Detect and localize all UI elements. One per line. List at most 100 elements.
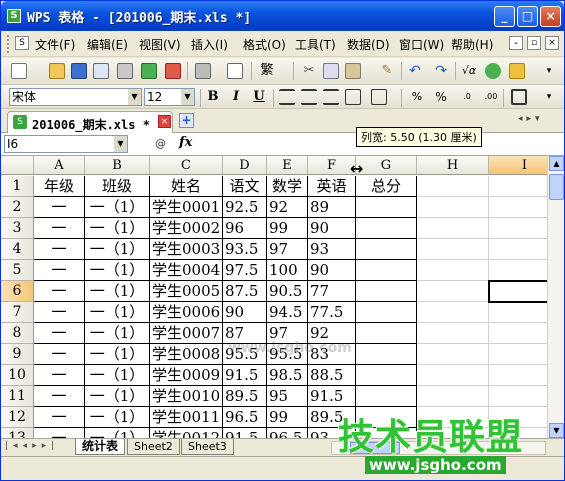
sheet-tab-sheet3[interactable]: Sheet3 [181, 439, 234, 455]
column-header-a[interactable]: A [34, 156, 85, 175]
column-header-b[interactable]: B [85, 156, 150, 175]
toolbar-more-icon[interactable]: ▾ [541, 89, 557, 105]
table-cell[interactable] [356, 260, 417, 281]
table-cell[interactable] [356, 344, 417, 365]
column-header-d[interactable]: D [223, 156, 267, 175]
row-header[interactable]: 6 [1, 281, 34, 302]
table-cell[interactable]: 姓名 [150, 176, 223, 197]
export-icon[interactable] [141, 63, 157, 79]
table-cell[interactable]: 语文 [223, 176, 267, 197]
table-cell[interactable]: 92 [308, 323, 356, 344]
close-button[interactable]: × [540, 6, 561, 27]
printer-icon[interactable] [195, 63, 211, 79]
table-cell[interactable]: 一 [34, 281, 85, 302]
table-cell[interactable]: 学生0008 [150, 344, 223, 365]
table-cell[interactable]: 一 [34, 365, 85, 386]
table-cell[interactable]: 92.5 [223, 197, 267, 218]
tab-scroll-arrows[interactable]: ◂▸▾ [518, 114, 544, 124]
toolbar-more-icon[interactable]: ▾ [541, 63, 557, 79]
table-cell[interactable]: 97 [267, 239, 308, 260]
table-cell[interactable]: 97.5 [223, 260, 267, 281]
table-cell[interactable]: 学生0011 [150, 407, 223, 428]
table-cell[interactable]: 93 [308, 428, 356, 438]
filter-icon[interactable] [509, 63, 525, 79]
row-header[interactable]: 8 [1, 323, 34, 344]
table-cell[interactable]: 一 [34, 197, 85, 218]
sheet-tab-stats[interactable]: 统计表 [75, 439, 126, 455]
table-cell[interactable]: 年级 [34, 176, 85, 197]
table-cell[interactable]: 95.5 [267, 344, 308, 365]
doc-menu-icon[interactable]: S [15, 36, 29, 50]
cut-icon[interactable]: ✂ [301, 63, 317, 79]
table-cell[interactable]: 学生0002 [150, 218, 223, 239]
column-header-h[interactable]: H [417, 156, 489, 175]
table-cell[interactable]: 90.5 [267, 281, 308, 302]
table-cell[interactable]: 学生0005 [150, 281, 223, 302]
merge-center-icon[interactable] [345, 89, 361, 105]
format-painter-icon[interactable]: ✎ [379, 63, 395, 79]
undo-icon[interactable]: ↶ [407, 63, 423, 79]
table-cell[interactable]: 83 [308, 344, 356, 365]
table-cell[interactable] [356, 428, 417, 438]
table-cell[interactable] [356, 386, 417, 407]
maximize-button[interactable]: □ [517, 6, 538, 27]
table-cell[interactable]: 87 [223, 323, 267, 344]
table-cell[interactable]: 学生0010 [150, 386, 223, 407]
borders-icon[interactable] [511, 89, 527, 105]
minimize-button[interactable]: _ [494, 6, 515, 27]
sheet-nav-arrows[interactable]: |◂◂▸▸| [5, 441, 59, 451]
italic-button[interactable]: I [227, 89, 245, 105]
close-tab-icon[interactable]: × [158, 115, 171, 128]
doc-close-icon[interactable]: × [545, 36, 559, 50]
table-cell[interactable]: 学生0007 [150, 323, 223, 344]
table-cell[interactable]: 97 [267, 323, 308, 344]
table-cell[interactable]: 英语 [308, 176, 356, 197]
menu-view[interactable]: 视图(V) [139, 36, 181, 53]
column-header-c[interactable]: C [150, 156, 223, 175]
document-tab[interactable]: S 201006_期末.xls * × [7, 111, 173, 133]
doc-minimize-icon[interactable]: - [509, 36, 523, 50]
decrease-decimal-icon[interactable]: .00 [483, 89, 499, 105]
row-header[interactable]: 2 [1, 197, 34, 218]
align-right-icon[interactable] [323, 89, 339, 105]
table-cell[interactable] [356, 407, 417, 428]
table-cell[interactable]: 班级 [85, 176, 150, 197]
table-cell[interactable]: 一 [34, 386, 85, 407]
table-cell[interactable]: 96.5 [267, 428, 308, 438]
new-icon[interactable] [11, 63, 27, 79]
table-cell[interactable]: 90 [308, 260, 356, 281]
table-cell[interactable]: 91.5 [308, 386, 356, 407]
currency-icon[interactable]: % [409, 89, 425, 105]
table-cell[interactable]: 96 [223, 218, 267, 239]
table-cell[interactable]: 数学 [267, 176, 308, 197]
table-cell[interactable]: 一 [34, 323, 85, 344]
row-header[interactable]: 11 [1, 386, 34, 407]
table-cell[interactable]: 一（1） [85, 428, 150, 438]
menu-file[interactable]: 文件(F) [35, 36, 75, 53]
table-cell[interactable]: 99 [267, 407, 308, 428]
table-cell[interactable]: 总分 [356, 176, 417, 197]
row-header[interactable]: 9 [1, 344, 34, 365]
table-cell[interactable]: 94.5 [267, 302, 308, 323]
table-cell[interactable]: 95 [267, 386, 308, 407]
column-header-g[interactable]: G [356, 156, 417, 175]
table-cell[interactable]: 一 [34, 260, 85, 281]
table-cell[interactable] [356, 302, 417, 323]
row-header[interactable]: 4 [1, 239, 34, 260]
menu-help[interactable]: 帮助(H) [451, 36, 493, 53]
scroll-up-icon[interactable]: ▲ [549, 156, 564, 171]
new-tab-button[interactable]: + [179, 113, 194, 128]
open-icon[interactable] [49, 63, 65, 79]
table-cell[interactable]: 一 [34, 302, 85, 323]
row-header[interactable]: 5 [1, 260, 34, 281]
table-cell[interactable]: 87.5 [223, 281, 267, 302]
table-cell[interactable] [356, 239, 417, 260]
table-cell[interactable]: 77 [308, 281, 356, 302]
table-cell[interactable]: 88.5 [308, 365, 356, 386]
table-cell[interactable]: 一 [34, 344, 85, 365]
scroll-thumb[interactable] [549, 174, 564, 200]
table-cell[interactable]: 学生0001 [150, 197, 223, 218]
row-header[interactable]: 3 [1, 218, 34, 239]
table-cell[interactable]: 一（1） [85, 197, 150, 218]
print-preview-icon[interactable] [227, 63, 243, 79]
